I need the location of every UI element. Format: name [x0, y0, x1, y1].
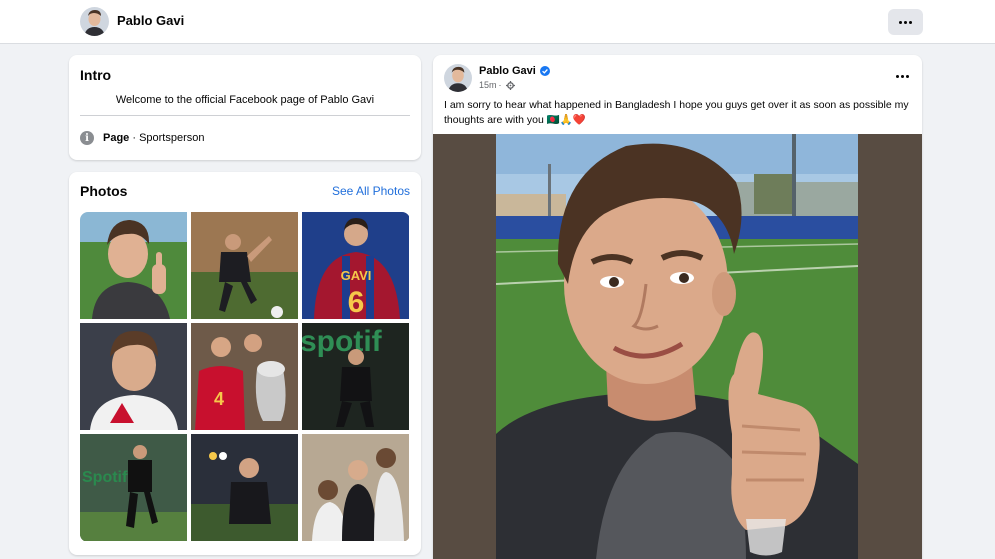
photo-thumbnail[interactable]: [302, 434, 409, 541]
category-value: · Sportsperson: [129, 132, 205, 144]
more-options-button[interactable]: [888, 9, 923, 35]
more-dots-icon: [899, 20, 912, 24]
category-text: Page · Sportsperson: [103, 132, 205, 144]
intro-card: Intro Welcome to the official Facebook p…: [69, 55, 421, 160]
svg-text:4: 4: [214, 389, 224, 409]
photos-card: Photos See All Photos GAVI 6 4 spotif Sp…: [69, 172, 421, 555]
post-meta: 15m ·: [479, 80, 515, 90]
intro-heading: Intro: [80, 67, 112, 83]
photo-thumbnail[interactable]: [191, 434, 298, 541]
post-timestamp[interactable]: 15m: [479, 80, 497, 90]
svg-text:GAVI: GAVI: [341, 268, 372, 283]
photo-thumbnail[interactable]: [80, 212, 187, 319]
see-all-photos-link[interactable]: See All Photos: [332, 184, 410, 198]
category-row: i Page · Sportsperson: [80, 131, 205, 145]
post-options-button[interactable]: [894, 71, 910, 81]
category-label: Page: [103, 132, 130, 144]
gear-icon: [505, 80, 515, 90]
meta-separator: ·: [498, 80, 502, 90]
photo-thumbnail[interactable]: 4: [191, 323, 298, 430]
photo-thumbnail[interactable]: Spotify: [80, 434, 187, 541]
post-author-name[interactable]: Pablo Gavi: [479, 65, 536, 77]
verified-badge-icon: [539, 66, 550, 76]
svg-text:spotif: spotif: [302, 325, 383, 358]
profile-avatar[interactable]: [80, 7, 109, 36]
intro-bio: Welcome to the official Facebook page of…: [115, 94, 375, 106]
more-dots-icon: [895, 74, 909, 78]
divider: [80, 115, 410, 116]
photo-thumbnail[interactable]: [80, 323, 187, 430]
post-author-row: Pablo Gavi: [479, 65, 550, 77]
photos-heading: Photos: [80, 183, 128, 199]
page-title[interactable]: Pablo Gavi: [117, 13, 184, 28]
post-card: Pablo Gavi 15m · I am sorry to hear what…: [433, 55, 922, 559]
page-header: Pablo Gavi: [0, 0, 995, 44]
svg-text:6: 6: [348, 286, 365, 319]
photo-thumbnail[interactable]: [191, 212, 298, 319]
photo-grid: GAVI 6 4 spotif Spotify: [80, 212, 410, 542]
post-text: I am sorry to hear what happened in Bang…: [444, 99, 909, 126]
post-author-avatar[interactable]: [444, 64, 472, 92]
photo-thumbnail[interactable]: GAVI 6: [302, 212, 409, 319]
info-icon: i: [80, 131, 94, 145]
post-image[interactable]: [433, 134, 922, 559]
photo-thumbnail[interactable]: spotif: [302, 323, 409, 430]
